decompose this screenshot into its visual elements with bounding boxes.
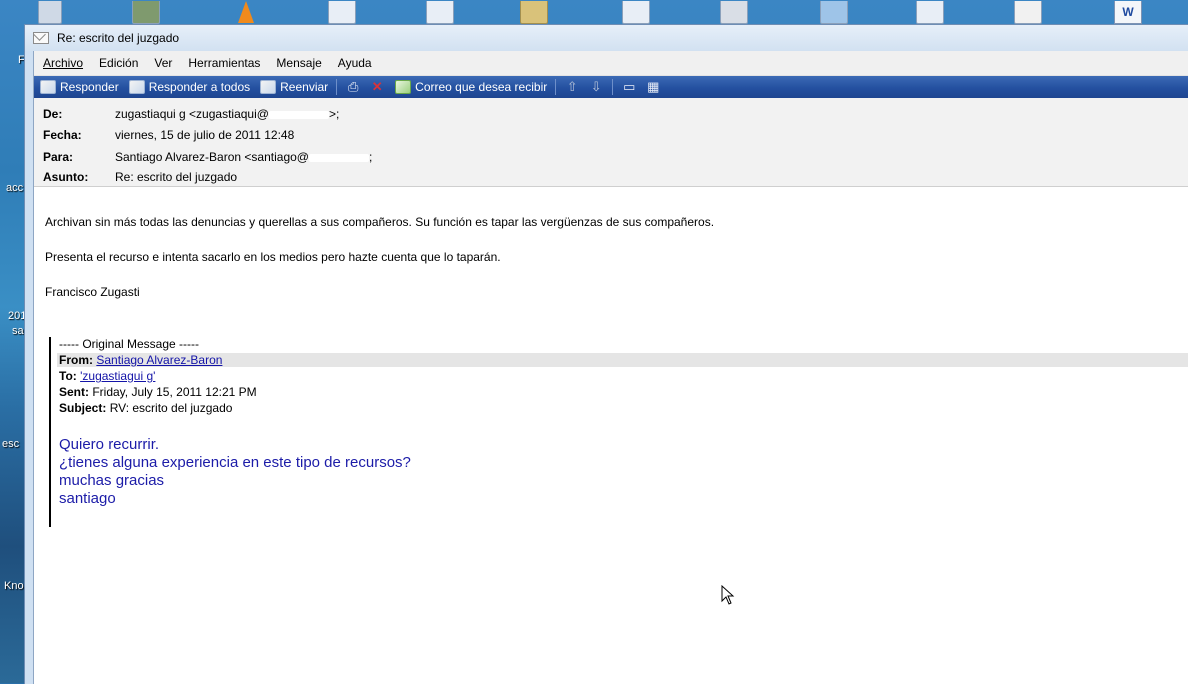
reply-all-button[interactable]: Responder a todos [128, 80, 251, 94]
redaction [268, 110, 329, 119]
original-body-line: santiago [59, 490, 116, 507]
reply-label: Responder [60, 80, 119, 94]
body-line: Archivan sin más todas las denuncias y q… [45, 215, 715, 229]
word-document-icon[interactable]: W [1108, 0, 1148, 24]
previous-arrow-icon[interactable]: ⇧ [563, 79, 581, 95]
document-icon[interactable] [322, 0, 362, 24]
original-body-line: muchas gracias [59, 472, 165, 489]
to-value[interactable]: Santiago Alvarez-Baron <santiago@; [115, 150, 372, 164]
menu-edicion[interactable]: Edición [99, 56, 138, 70]
receive-mail-label: Correo que desea recibir [415, 80, 548, 94]
original-subject-label: Subject: [59, 401, 107, 415]
address-book-icon[interactable]: ▭ [620, 79, 638, 95]
document-icon[interactable] [616, 0, 656, 24]
from-value-text: zugastiaqui g <zugastiaqui@ [115, 107, 269, 121]
to-value-text: Santiago Alvarez-Baron <santiago@ [115, 150, 309, 164]
menu-ayuda[interactable]: Ayuda [338, 56, 372, 70]
original-from-label: From: [59, 353, 93, 367]
envelope-icon [33, 32, 49, 44]
body-line: Presenta el recurso e intenta sacarlo en… [45, 250, 501, 264]
menu-mensaje[interactable]: Mensaje [276, 56, 321, 70]
menu-ver[interactable]: Ver [154, 56, 172, 70]
from-label: De: [43, 107, 63, 121]
grid-icon[interactable]: ▦ [644, 79, 662, 95]
date-label: Fecha: [43, 128, 82, 142]
window-content: Archivo Edición Ver Herramientas Mensaje… [33, 51, 1188, 684]
original-to-link[interactable]: 'zugastiagui g' [80, 369, 155, 383]
forward-label: Reenviar [280, 80, 329, 94]
vlc-icon[interactable] [226, 0, 266, 24]
message-window: Re: escrito del juzgado Archivo Edición … [24, 24, 1188, 684]
document-icon[interactable] [1008, 0, 1048, 24]
menu-bar: Archivo Edición Ver Herramientas Mensaje… [34, 51, 1188, 76]
document-icon[interactable] [420, 0, 460, 24]
reply-icon [40, 80, 56, 94]
from-value-tail: >; [328, 107, 340, 121]
mouse-cursor-icon [721, 585, 735, 605]
subject-value: Re: escrito del juzgado [115, 170, 238, 184]
original-body-line: ¿tienes alguna experiencia en este tipo … [59, 454, 411, 471]
menu-archivo[interactable]: Archivo [43, 56, 83, 70]
toolbar: Responder Responder a todos Reenviar ⎙ ✕… [34, 76, 1188, 98]
original-sent-label: Sent: [59, 385, 89, 399]
original-sent-value: Friday, July 15, 2011 12:21 PM [92, 385, 257, 399]
forward-button[interactable]: Reenviar [260, 80, 328, 94]
original-sent: Sent: Friday, July 15, 2011 12:21 PM [59, 385, 257, 399]
original-to: To: 'zugastiagui g' [59, 369, 155, 383]
original-subject-value: RV: escrito del juzgado [109, 401, 233, 415]
redaction [308, 153, 369, 162]
header-to: Para: Santiago Alvarez-Baron <santiago@; [43, 150, 372, 164]
print-icon[interactable]: ⎙ [344, 79, 362, 95]
original-body-line: Quiero recurrir. [59, 436, 160, 453]
date-value: viernes, 15 de julio de 2011 12:48 [115, 128, 295, 142]
signature: Francisco Zugasti [45, 285, 140, 299]
window-title: Re: escrito del juzgado [57, 31, 180, 45]
original-from: From: Santiago Alvarez-Baron [57, 353, 1188, 367]
menu-herramientas[interactable]: Herramientas [188, 56, 260, 70]
folder-icon[interactable] [514, 0, 554, 24]
to-value-tail: ; [368, 150, 373, 164]
document-icon[interactable] [714, 0, 754, 24]
toolbar-separator [336, 79, 338, 95]
original-subject: Subject: RV: escrito del juzgado [59, 401, 232, 415]
original-message-marker: ----- Original Message ----- [59, 337, 200, 351]
header-from: De: zugastiaqui g <zugastiaqui@ >; [43, 107, 339, 121]
recycle-bin-icon[interactable] [30, 0, 70, 24]
quoted-original-message: ----- Original Message ----- From: Santi… [49, 337, 1188, 527]
receive-mail-button[interactable]: Correo que desea recibir [395, 80, 547, 94]
subject-label: Asunto: [43, 170, 89, 184]
toolbar-separator [612, 79, 614, 95]
document-icon[interactable] [910, 0, 950, 24]
receive-mail-icon [395, 80, 412, 94]
from-value[interactable]: zugastiaqui g <zugastiaqui@ >; [115, 107, 339, 121]
reply-all-icon [128, 80, 145, 94]
header-date: Fecha: viernes, 15 de julio de 2011 12:4… [43, 128, 294, 142]
to-label: Para: [43, 150, 74, 164]
original-from-link[interactable]: Santiago Alvarez-Baron [96, 353, 222, 367]
reply-all-label: Responder a todos [148, 80, 251, 94]
title-bar[interactable]: Re: escrito del juzgado [25, 25, 1188, 51]
toolbar-separator [555, 79, 557, 95]
original-to-label: To: [59, 369, 77, 383]
message-headers: De: zugastiaqui g <zugastiaqui@ >; Fecha:… [34, 98, 1188, 187]
forward-icon [260, 80, 277, 94]
photo-icon[interactable] [126, 0, 166, 24]
next-arrow-icon[interactable]: ⇩ [587, 79, 605, 95]
reply-button[interactable]: Responder [40, 80, 119, 94]
header-subject: Asunto: Re: escrito del juzgado [43, 170, 237, 184]
delete-icon[interactable]: ✕ [368, 79, 386, 95]
message-body[interactable]: Archivan sin más todas las denuncias y q… [34, 197, 1188, 684]
browser-icon[interactable] [814, 0, 854, 24]
